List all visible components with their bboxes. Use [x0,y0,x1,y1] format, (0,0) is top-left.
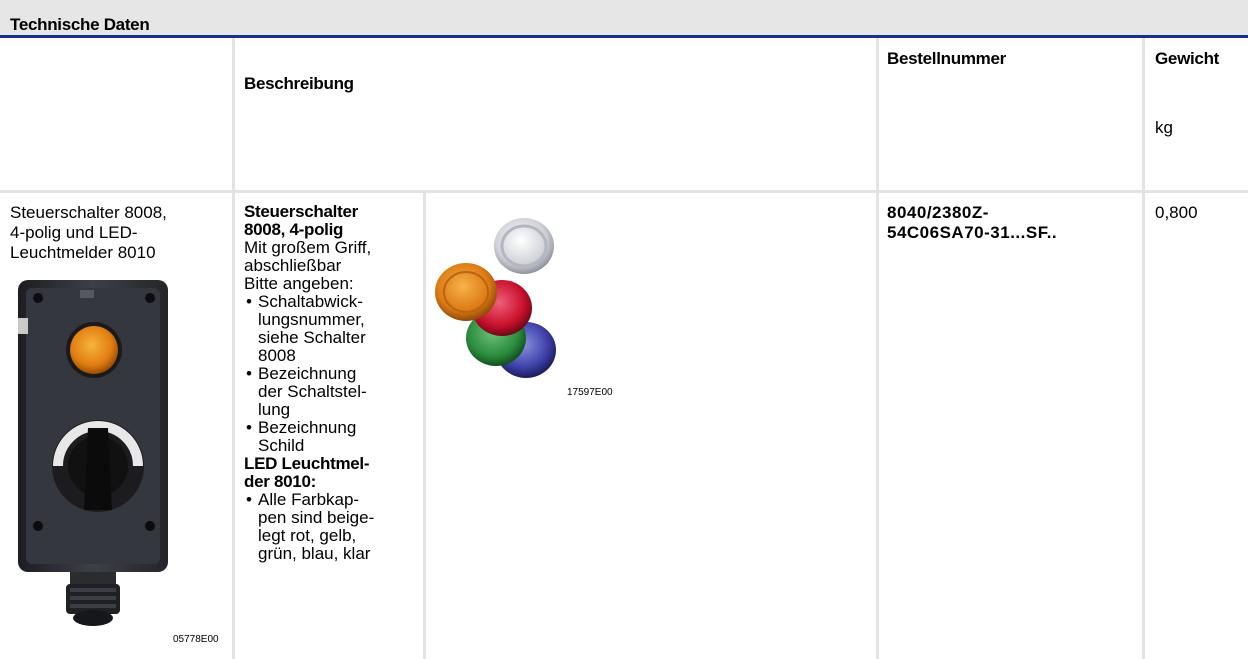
column-divider [423,193,426,659]
product-name-line: 4-polig und LED- [10,223,138,242]
list-item-line: 8008 [258,346,296,365]
description-title-line: Steuerschalter [244,202,358,221]
row-divider [0,190,1248,193]
description-subtitle-line: der 8010: [244,472,316,491]
description-line: Bitte angeben: [244,274,354,293]
description-title-line: 8008, 4-polig [244,220,344,239]
led-list: Alle Farbkap- pen sind beige- legt rot, … [244,491,404,563]
description-subtitle: LED Leuchtmel- der 8010: [244,455,404,491]
header-gewicht: Gewicht [1155,49,1220,68]
list-item: Alle Farbkap- pen sind beige- legt rot, … [244,491,404,563]
description-title: Steuerschalter 8008, 4-polig [244,203,404,239]
list-item: Schaltabwick- lungsnummer, siehe Schalte… [244,293,404,365]
weight-value: 0,800 [1155,203,1198,222]
list-item-line: legt rot, gelb, [258,526,357,545]
product-name-line: Leuchtmelder 8010 [10,243,156,262]
product-image-caption: 05778E00 [173,634,219,645]
order-number-line: 8040/2380Z- [887,203,989,222]
list-item: Bezeichnung Schild [244,419,404,455]
control-station-image [18,280,168,626]
list-item-line: lungsnummer, [258,310,365,329]
header-beschreibung: Beschreibung [244,74,354,93]
list-item-line: der Schaltstel- [258,382,367,401]
product-name-line: Steuerschalter 8008, [10,203,167,222]
section-title: Technische Daten [10,15,150,34]
list-item-line: Alle Farbkap- [258,490,360,509]
list-item-line: pen sind beige- [258,508,375,527]
product-name: Steuerschalter 8008, 4-polig und LED- Le… [10,203,167,263]
list-item-line: Bezeichnung [258,418,357,437]
list-item-line: grün, blau, klar [258,544,371,563]
list-item-line: Schild [258,436,305,455]
description-line: Mit großem Griff, [244,238,372,257]
list-item-line: Bezeichnung [258,364,357,383]
list-item-line: Schaltabwick- [258,292,363,311]
header-bestellnummer: Bestellnummer [887,49,1006,68]
list-item-line: siehe Schalter [258,328,366,347]
column-divider [1142,38,1145,659]
color-caps-image [435,218,556,378]
list-item-line: lung [258,400,291,419]
section-title-bar: Technische Daten [0,0,1248,38]
column-divider [876,38,879,659]
lamp-image-caption: 17597E00 [567,387,613,398]
order-number: 8040/2380Z- 54C06SA70-31...SF.. [887,203,1137,243]
description-line: abschließbar [244,256,342,275]
header-gewicht-unit: kg [1155,118,1173,137]
description-subtitle-line: LED Leuchtmel- [244,454,370,473]
product-description: Steuerschalter 8008, 4-polig Mit großem … [244,203,404,563]
order-number-line: 54C06SA70-31...SF.. [887,223,1058,242]
list-item: Bezeichnung der Schaltstel- lung [244,365,404,419]
specify-list: Schaltabwick- lungsnummer, siehe Schalte… [244,293,404,455]
column-divider [232,38,235,659]
